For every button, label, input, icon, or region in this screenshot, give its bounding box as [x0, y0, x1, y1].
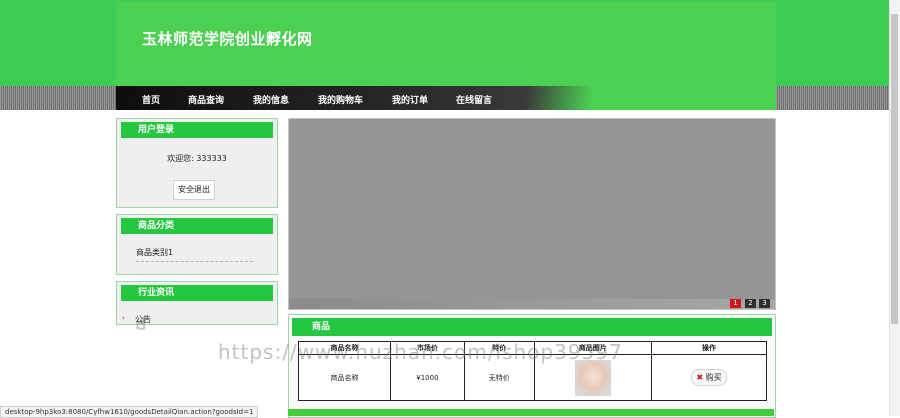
nav-my-info[interactable]: 我的信息 [253, 93, 289, 106]
industry-news-title: 行业资讯 [121, 285, 273, 301]
buy-button-label: 购买 [705, 373, 722, 382]
buy-button[interactable]: ✖ 购买 [691, 369, 727, 386]
cart-x-icon: ✖ [696, 373, 704, 382]
product-panel-title: 商品 [292, 318, 772, 336]
bottom-green-bar [288, 409, 774, 416]
bullet-icon: › [122, 314, 125, 322]
nav-home[interactable]: 首页 [142, 93, 160, 106]
product-category-title: 商品分类 [121, 218, 273, 234]
column-header-action: 操作 [650, 341, 768, 355]
user-login-box: 用户登录 欢迎您: 333333 安全退出 [116, 118, 278, 208]
browser-status-url: desktop-9hp3ko3:8080/Cyfhw1610/goodsDeta… [0, 406, 259, 418]
nav-my-cart[interactable]: 我的购物车 [318, 93, 363, 106]
product-category-box: 商品分类 商品类别1 [116, 214, 278, 275]
welcome-text: 欢迎您: 333333 [167, 154, 227, 163]
watermark-text: https://www.huzhan.com/ishop39597 [218, 340, 623, 364]
page-scrollbar[interactable] [889, 0, 900, 416]
action-cell: ✖ 购买 [650, 354, 768, 401]
nav-product-search[interactable]: 商品查询 [188, 93, 224, 106]
nav-online-message[interactable]: 在线留言 [456, 93, 492, 106]
slide-page-1[interactable]: 1 [730, 299, 741, 308]
slideshow-caption-bar [289, 299, 775, 309]
product-panel: 商品 商品名称 市场价 特价 商品图片 操作 商品名称 ¥1000 无特价 ✖ … [288, 314, 776, 418]
logout-button[interactable]: 安全退出 [173, 180, 215, 200]
user-login-title: 用户登录 [121, 122, 273, 138]
site-title: 玉林师范学院创业孵化网 [142, 30, 313, 48]
slide-page-2[interactable]: 2 [745, 299, 756, 308]
scrollbar-thumb[interactable] [891, 14, 898, 324]
slide-page-3[interactable]: 3 [759, 299, 770, 308]
product-image[interactable] [574, 359, 611, 396]
image-slideshow: 1 2 3 [288, 118, 776, 310]
category-item[interactable]: 商品类别1 [136, 247, 253, 262]
hand-cursor-icon: ☝ [136, 314, 146, 333]
nav-my-orders[interactable]: 我的订单 [392, 93, 428, 106]
